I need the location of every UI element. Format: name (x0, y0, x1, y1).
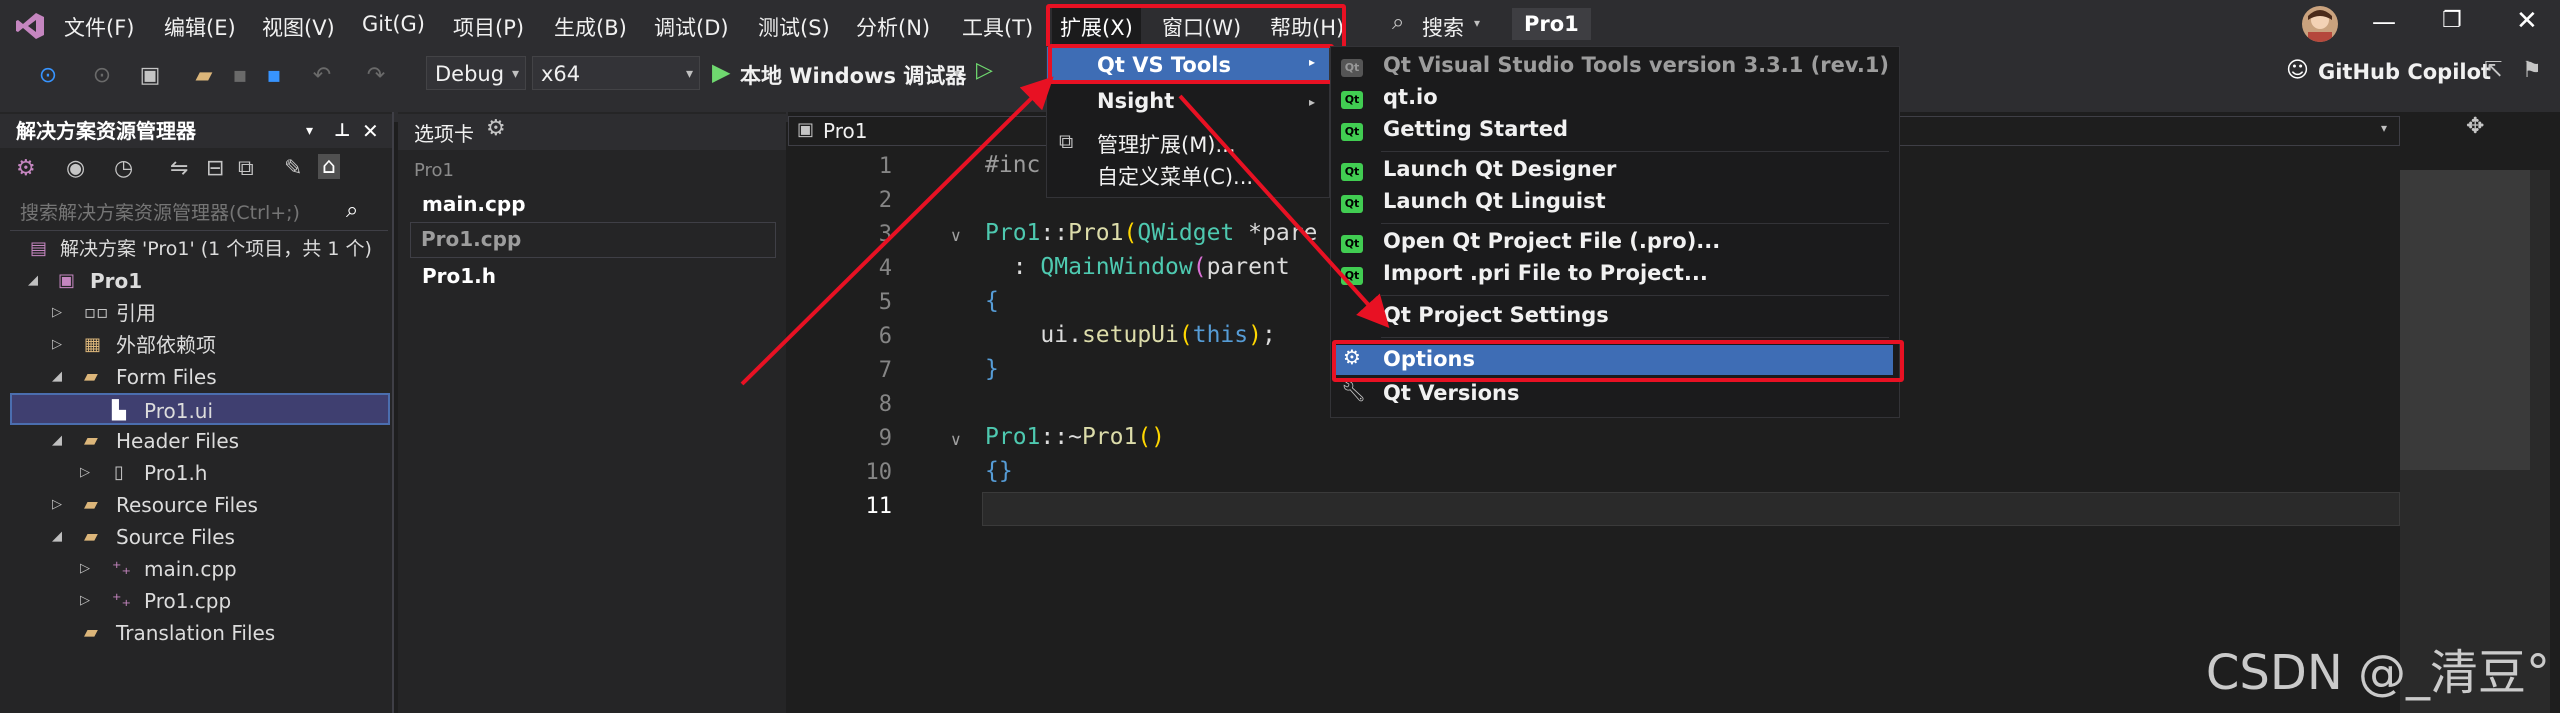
arrow-to-extensions-menu (740, 76, 1054, 386)
watermark: CSDN @_清豆° (2205, 645, 2550, 701)
arrow-to-options (1178, 94, 1390, 328)
annotation-arrows (740, 76, 1390, 386)
